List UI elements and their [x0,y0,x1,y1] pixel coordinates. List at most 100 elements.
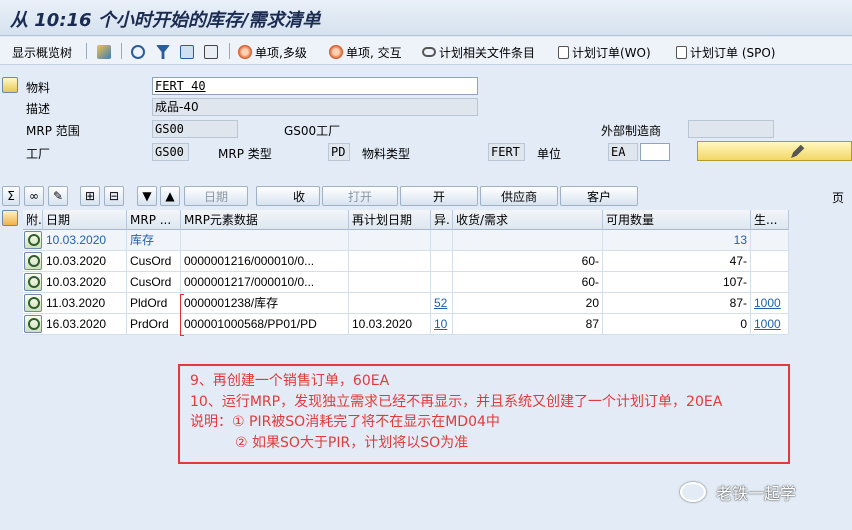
filter-icon[interactable] [156,43,173,61]
find-icon[interactable] [180,43,197,61]
cell-exception[interactable] [431,251,453,272]
mrp-type-field: PD [328,143,350,161]
magnifier-icon[interactable] [24,315,42,333]
header-toggle-icon[interactable] [2,77,18,93]
date-button-label: 日期 [203,189,228,204]
table-row[interactable]: 10.03.2020 CusOrd 0000001216/000010/0...… [23,251,789,272]
plant-label: 工厂 [26,147,51,161]
annotation-line-4: ② 如果SO大于PIR，计划将以SO为准 [235,435,469,451]
edit-button[interactable] [697,141,852,161]
cell-production[interactable]: 1000 [751,314,789,335]
cell-production[interactable]: 1000 [751,293,789,314]
cell-receipt-req: 20 [453,293,603,314]
cell-mrp-data: 0000001217/000010/0... [181,272,349,293]
cell-mrp-data [181,230,349,251]
vendor-button[interactable]: 供应商 [480,186,558,206]
cell-production[interactable] [751,272,789,293]
link-icon[interactable]: ∞ [24,186,44,206]
grid-toolbar: Σ ∞ ✎ ⊞ ⊟ ▼ ▲ 日期 收 打开 开 供应商 客户 页 [0,186,852,208]
sort-down-icon[interactable]: ▼ [137,186,157,206]
magnifier-icon[interactable] [24,273,42,291]
table-row[interactable]: 10.03.2020 CusOrd 0000001217/000010/0...… [23,272,789,293]
cell-exception[interactable] [431,272,453,293]
cell-mrp: PrdOrd [127,314,181,335]
watermark-text: 老铁一起学 [716,484,797,503]
col-header-reschedule[interactable]: 再计划日期 [349,210,431,230]
customer-button-label: 客户 [586,189,611,204]
overview-tree-button[interactable]: 显示概览树 [12,43,72,61]
cell-production[interactable] [751,230,789,251]
col-header-mrp[interactable]: MRP ... [127,210,181,230]
col-header-production[interactable]: 生... [751,210,789,230]
expand-icon[interactable]: ⊞ [80,186,100,206]
magnifier-icon[interactable] [24,294,42,312]
cell-exception[interactable]: 52 [431,293,453,314]
col-header-mrp-data[interactable]: MRP元素数据 [181,210,349,230]
plant-field: GS00 [152,143,189,161]
cell-reschedule [349,293,431,314]
col-header-receipt-req[interactable]: 收货/需求 [453,210,603,230]
single-item-icon [329,45,343,59]
cell-exception[interactable] [431,230,453,251]
refresh-icon[interactable] [131,43,148,61]
col-header-date[interactable]: 日期 [43,210,127,230]
toolbar-separator [121,43,122,59]
cell-receipt-req: 60- [453,251,603,272]
cell-mrp: PldOrd [127,293,181,314]
sort-up-icon[interactable]: ▲ [160,186,180,206]
annotation-line-2: 10、运行MRP，发现独立需求已经不再显示，并且系统又创建了一个计划订单，20E… [190,394,723,410]
magnifier-icon[interactable] [24,252,42,270]
cell-receipt-req: 60- [453,272,603,293]
receipt-button[interactable]: 收 [256,186,320,206]
sum-icon[interactable]: Σ [2,186,20,206]
cell-mrp: CusOrd [127,272,181,293]
table-row[interactable]: 16.03.2020 PrdOrd 000001000568/PP01/PD 1… [23,314,789,335]
mrp-area-label: MRP 范围 [26,124,80,138]
mountain-icon[interactable] [97,43,114,61]
unit-extra-field[interactable] [640,143,670,161]
cell-mrp-data: 0000001216/000010/0... [181,251,349,272]
cell-available: 0 [603,314,751,335]
pencil-icon[interactable]: ✎ [48,186,68,206]
magnifier-icon[interactable] [24,231,42,249]
annotation-box: 9、再创建一个销售订单，60EA 10、运行MRP，发现独立需求已经不再显示，并… [178,364,790,464]
cell-production[interactable] [751,251,789,272]
cell-available: 87- [603,293,751,314]
single-interactive-button[interactable]: 单项, 交互 [329,43,402,61]
print-icon[interactable] [204,43,221,61]
material-field[interactable]: FERT 40 [152,77,478,95]
unit-field: EA [608,143,638,161]
table-row[interactable]: 10.03.2020 库存 13 [23,230,789,251]
layout-icon[interactable] [2,210,18,226]
collapse-icon[interactable]: ⊟ [104,186,124,206]
material-label: 物料 [26,81,51,95]
mrp-area-text: GS00工厂 [284,124,341,138]
cell-mrp-data: 0000001238/库存 [181,293,349,314]
customer-button[interactable]: 客户 [560,186,638,206]
open-2-button[interactable]: 开 [400,186,478,206]
cell-mrp: CusOrd [127,251,181,272]
external-manufacturer-field [688,120,774,138]
wechat-icon [680,482,706,502]
table-row[interactable]: 11.03.2020 PldOrd 0000001238/库存 52 20 87… [23,293,789,314]
title-bar: 从 10:16 个小时开始的库存/需求清单 [0,0,852,36]
planning-file-button[interactable]: 计划相关文件条目 [422,43,535,61]
planned-order-wo-button[interactable]: 计划订单(WO) [558,43,651,61]
date-button[interactable]: 日期 [184,186,248,206]
cell-receipt-req [453,230,603,251]
col-header-available[interactable]: 可用数量 [603,210,751,230]
single-multi-level-button[interactable]: 单项,多级 [238,43,307,61]
cell-reschedule [349,230,431,251]
planned-order-spo-button[interactable]: 计划订单 (SPO) [676,43,775,61]
cell-available: 47- [603,251,751,272]
col-header-attach[interactable]: 附. [23,210,43,230]
cell-available: 13 [603,230,751,251]
material-type-field: FERT [488,143,525,161]
cell-exception[interactable]: 10 [431,314,453,335]
material-type-label: 物料类型 [362,147,411,161]
col-header-exception[interactable]: 异. [431,210,453,230]
annotation-line-3: 说明：① PIR被SO消耗完了将不在显示在MD04中 [190,414,500,430]
cell-date: 10.03.2020 [43,230,127,251]
single-multi-label: 单项,多级 [255,45,307,60]
open-button[interactable]: 打开 [322,186,398,206]
